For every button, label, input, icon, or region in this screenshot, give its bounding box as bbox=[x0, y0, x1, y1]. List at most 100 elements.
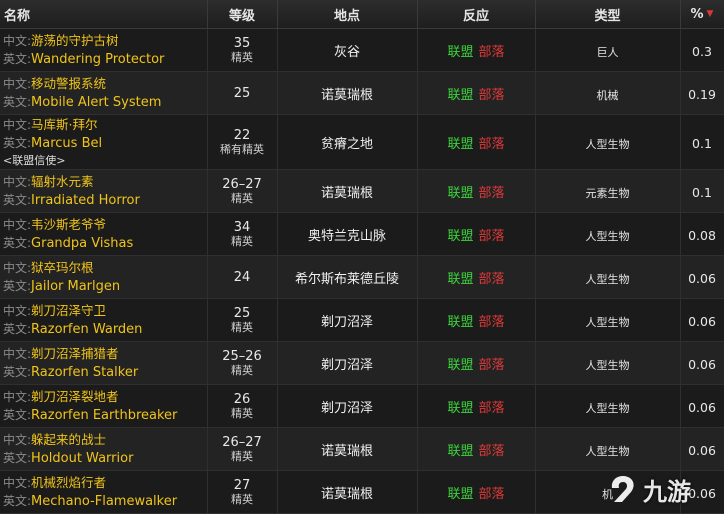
name-en-line: 英文:Jailor Marlgen bbox=[3, 277, 207, 295]
name-cn-line: 中文:马库斯·拜尔 bbox=[3, 116, 207, 134]
percent-value: 0.06 bbox=[688, 356, 716, 372]
npc-name-en[interactable]: Wandering Protector bbox=[31, 52, 164, 67]
npc-name-en[interactable]: Holdout Warrior bbox=[31, 451, 133, 466]
npc-name-en[interactable]: Mobile Alert System bbox=[31, 95, 161, 110]
npc-name-cn[interactable]: 机械烈焰行者 bbox=[31, 475, 106, 490]
table-row[interactable]: 中文:剃刀沼泽守卫 英文:Razorfen Warden 25 精英 剃刀沼泽 联盟 部落… bbox=[0, 298, 724, 342]
reaction-cell: 联盟 部落 bbox=[417, 470, 536, 514]
classification: 精英 bbox=[231, 191, 253, 205]
level-cell: 25 精英 bbox=[207, 298, 278, 342]
type-cell: 人型生物 bbox=[535, 427, 681, 471]
npc-name-cn[interactable]: 剃刀沼泽捕猎者 bbox=[31, 346, 119, 361]
level-cell: 35 精英 bbox=[207, 28, 278, 72]
name-cell: 中文:剃刀沼泽裂地者 英文:Razorfen Earthbreaker bbox=[0, 384, 208, 428]
jiuyou-logo-icon bbox=[611, 476, 634, 502]
type-cell: 机械 bbox=[535, 71, 681, 115]
classification: 精英 bbox=[231, 449, 253, 463]
npc-name-en[interactable]: Mechano-Flamewalker bbox=[31, 494, 177, 509]
header-level[interactable]: 等级 bbox=[207, 0, 278, 29]
location-link[interactable]: 诺莫瑞根 bbox=[321, 88, 373, 103]
npc-name-en[interactable]: Irradiated Horror bbox=[31, 193, 140, 208]
table-row[interactable]: 中文:剃刀沼泽裂地者 英文:Razorfen Earthbreaker 26 精英 剃刀… bbox=[0, 384, 724, 428]
level-value: 25 bbox=[233, 85, 251, 101]
location-link[interactable]: 灰谷 bbox=[334, 45, 360, 60]
name-cn-line: 中文:剃刀沼泽捕猎者 bbox=[3, 345, 207, 363]
level-value: 35 bbox=[233, 35, 251, 51]
npc-name-en[interactable]: Marcus Bel bbox=[31, 136, 102, 151]
reaction-alliance: 联盟 bbox=[447, 185, 474, 201]
prefix-cn: 中文: bbox=[3, 304, 32, 318]
table-row[interactable]: 中文:辐射水元素 英文:Irradiated Horror 26–27 精英 诺莫瑞根联… bbox=[0, 169, 724, 213]
reaction-horde: 部落 bbox=[478, 228, 505, 244]
name-cn-line: 中文:狱卒玛尔根 bbox=[3, 259, 207, 277]
npc-name-cn[interactable]: 狱卒玛尔根 bbox=[31, 260, 94, 275]
reaction-alliance: 联盟 bbox=[447, 228, 474, 244]
npc-name-en[interactable]: Razorfen Warden bbox=[31, 322, 142, 337]
name-en-line: 英文:Holdout Warrior bbox=[3, 449, 207, 467]
prefix-en: 英文: bbox=[3, 52, 32, 66]
location-link[interactable]: 奥特兰克山脉 bbox=[308, 229, 386, 244]
table-row[interactable]: 中文:韦沙斯老爷爷 英文:Grandpa Vishas 34 精英 奥特兰克山脉 联盟 部… bbox=[0, 212, 724, 256]
creature-type: 元素生物 bbox=[585, 186, 630, 200]
reaction-alliance: 联盟 bbox=[447, 400, 474, 416]
location-link[interactable]: 剃刀沼泽 bbox=[321, 358, 373, 373]
location-cell: 希尔斯布莱德丘陵 bbox=[277, 255, 418, 299]
location-link[interactable]: 希尔斯布莱德丘陵 bbox=[295, 272, 399, 287]
percent-value: 0.1 bbox=[692, 135, 712, 151]
location-link[interactable]: 剃刀沼泽 bbox=[321, 401, 373, 416]
npc-name-cn[interactable]: 移动警报系统 bbox=[31, 76, 106, 91]
header-percent-label: % bbox=[690, 6, 704, 22]
reaction-horde: 部落 bbox=[478, 185, 505, 201]
prefix-en: 英文: bbox=[3, 135, 32, 150]
header-location[interactable]: 地点 bbox=[277, 0, 418, 29]
location-link[interactable]: 诺莫瑞根 bbox=[321, 444, 373, 459]
table-row[interactable]: 中文:狱卒玛尔根 英文:Jailor Marlgen 24 希尔斯布莱德丘陵 联盟 部落… bbox=[0, 255, 724, 299]
level-value: 26–27 bbox=[222, 434, 262, 450]
reaction-cell: 联盟 部落 bbox=[417, 341, 536, 385]
reaction-horde: 部落 bbox=[478, 87, 505, 103]
npc-name-cn[interactable]: 马库斯·拜尔 bbox=[31, 117, 97, 132]
table-row[interactable]: 中文:游荡的守护古树 英文:Wandering Protector 35 精英 灰谷 联盟… bbox=[0, 28, 724, 72]
npc-name-en[interactable]: Grandpa Vishas bbox=[31, 236, 133, 251]
name-cn-line: 中文:韦沙斯老爷爷 bbox=[3, 216, 207, 234]
npc-name-cn[interactable]: 躲起来的战士 bbox=[31, 432, 106, 447]
creature-type: 人型生物 bbox=[585, 272, 630, 286]
type-cell: 人型生物 bbox=[535, 114, 681, 170]
npc-name-cn[interactable]: 剃刀沼泽裂地者 bbox=[31, 389, 119, 404]
npc-name-cn[interactable]: 剃刀沼泽守卫 bbox=[31, 303, 106, 318]
npc-name-en[interactable]: Razorfen Stalker bbox=[31, 365, 138, 380]
name-cell: 中文:辐射水元素 英文:Irradiated Horror bbox=[0, 169, 208, 213]
table-row[interactable]: 中文:剃刀沼泽捕猎者 英文:Razorfen Stalker 25–26 精英 剃刀沼泽… bbox=[0, 341, 724, 385]
location-link[interactable]: 剃刀沼泽 bbox=[321, 315, 373, 330]
location-link[interactable]: 诺莫瑞根 bbox=[321, 487, 373, 502]
header-percent[interactable]: % ▼ bbox=[680, 0, 724, 29]
reaction-alliance: 联盟 bbox=[447, 443, 474, 459]
reaction-alliance: 联盟 bbox=[447, 271, 474, 287]
header-reaction[interactable]: 反应 bbox=[417, 0, 536, 29]
location-link[interactable]: 诺莫瑞根 bbox=[321, 186, 373, 201]
npc-name-cn[interactable]: 辐射水元素 bbox=[31, 174, 94, 189]
table-row[interactable]: 中文:移动警报系统 英文:Mobile Alert System 25 诺莫瑞根 联盟 … bbox=[0, 71, 724, 115]
creature-type: 人型生物 bbox=[585, 315, 630, 329]
name-cn-line: 中文:游荡的守护古树 bbox=[3, 32, 207, 50]
classification: 精英 bbox=[231, 234, 253, 248]
location-link[interactable]: 贫瘠之地 bbox=[321, 137, 373, 152]
npc-name-en[interactable]: Jailor Marlgen bbox=[31, 279, 120, 294]
npc-title-tag: <联盟信使> bbox=[3, 153, 66, 167]
percent-cell: 0.3 bbox=[680, 28, 724, 72]
header-type[interactable]: 类型 bbox=[535, 0, 681, 29]
type-cell: 人型生物 bbox=[535, 212, 681, 256]
table-row[interactable]: 中文:躲起来的战士 英文:Holdout Warrior 26–27 精英 诺莫瑞根 联盟… bbox=[0, 427, 724, 471]
name-cell: 中文:游荡的守护古树英文:Wandering Protector bbox=[0, 28, 208, 72]
reaction-cell: 联盟 部落 bbox=[417, 114, 536, 170]
name-cell: 中文:剃刀沼泽捕猎者 英文:Razorfen Stalker bbox=[0, 341, 208, 385]
table-row[interactable]: 中文:马库斯·拜尔 英文:Marcus Bel <联盟信使> 22 稀有精英 贫瘠之地 联盟… bbox=[0, 114, 724, 170]
npc-name-en[interactable]: Razorfen Earthbreaker bbox=[31, 408, 177, 423]
prefix-cn: 中文: bbox=[3, 476, 32, 490]
name-cell: 中文:狱卒玛尔根 英文:Jailor Marlgen bbox=[0, 255, 208, 299]
header-name[interactable]: 名称 bbox=[0, 0, 208, 29]
npc-name-cn[interactable]: 游荡的守护古树 bbox=[31, 33, 119, 48]
npc-name-cn[interactable]: 韦沙斯老爷爷 bbox=[31, 217, 106, 232]
location-cell: 剃刀沼泽 bbox=[277, 341, 418, 385]
prefix-en: 英文: bbox=[3, 322, 32, 336]
